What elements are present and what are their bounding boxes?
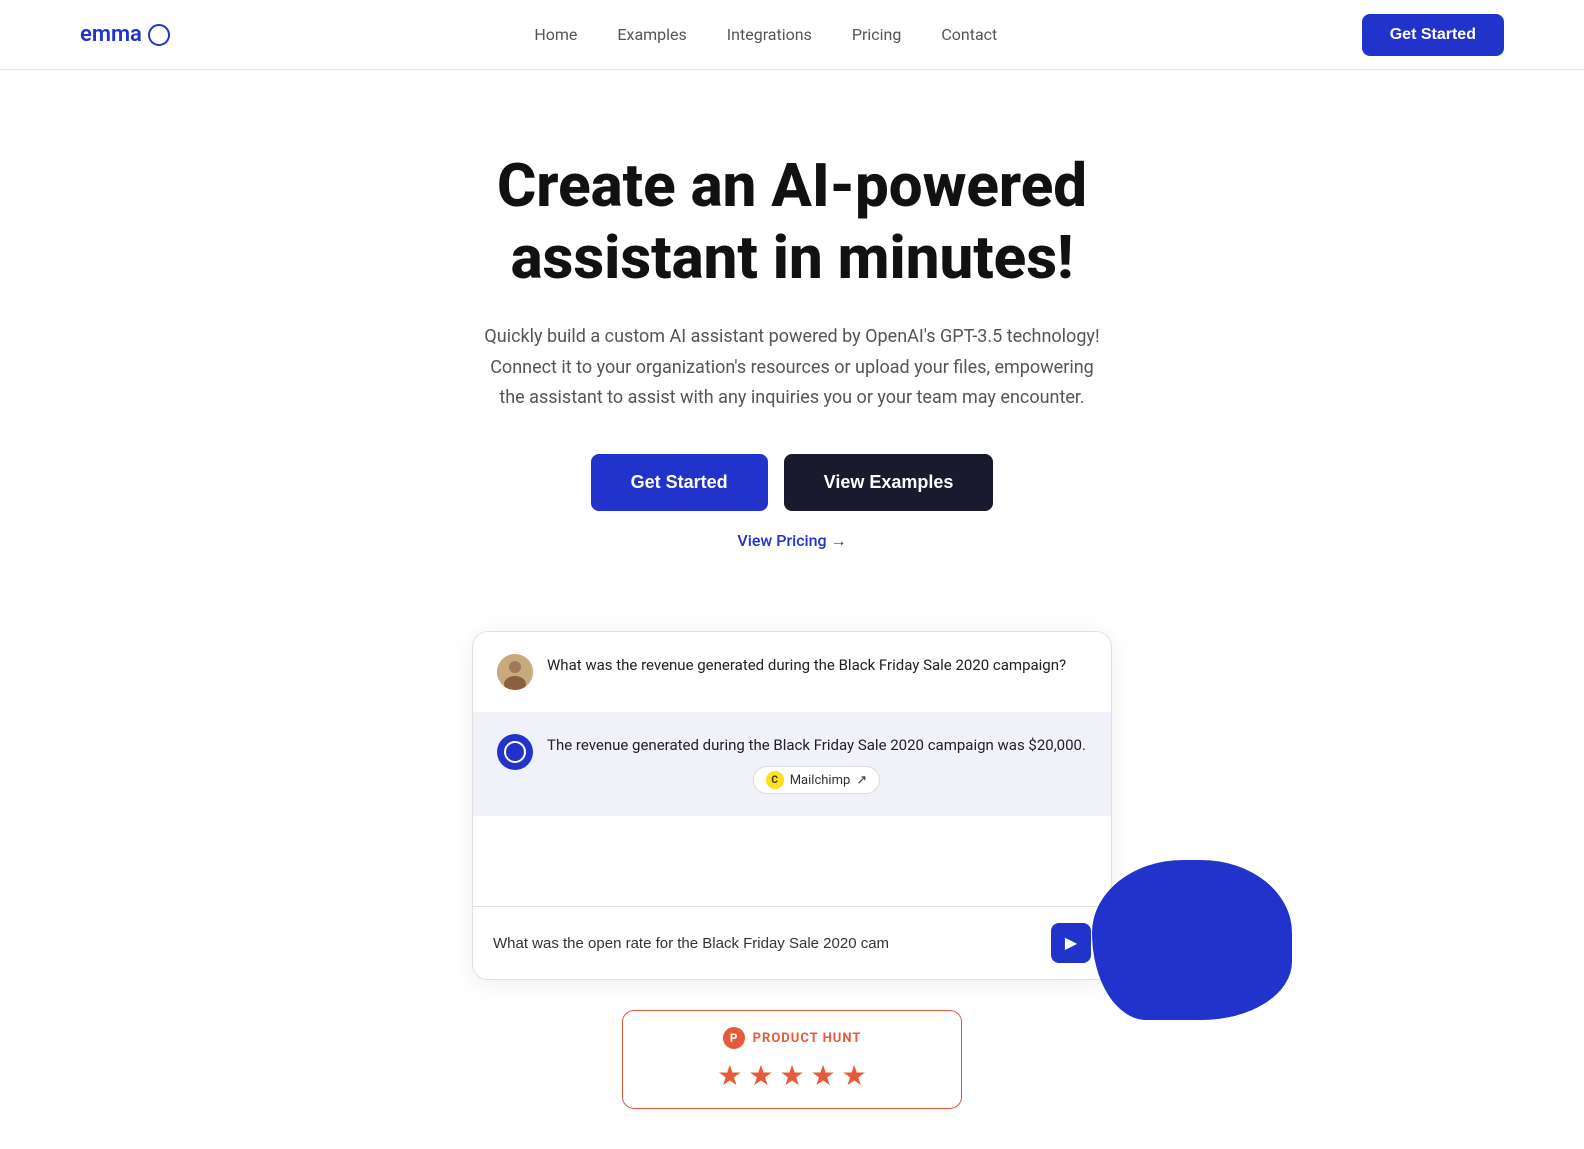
assistant-message-content: The revenue generated during the Black F… [547,734,1086,795]
view-pricing-link[interactable]: View Pricing → [737,531,846,551]
hero-buttons: Get Started View Examples [40,454,1544,511]
assistant-message-text: The revenue generated during the Black F… [547,734,1086,757]
ph-icon: P [723,1027,745,1049]
logo[interactable]: emma [80,22,170,47]
send-button[interactable]: ▶ [1051,923,1091,963]
chat-source-badge[interactable]: C Mailchimp ↗ [753,766,880,794]
nav-links: Home Examples Integrations Pricing Conta… [534,25,997,44]
star-1: ★ [717,1059,742,1092]
user-message-text: What was the revenue generated during th… [547,654,1066,677]
nav-get-started-button[interactable]: Get Started [1362,14,1504,56]
chat-input-area: ▶ [473,906,1111,979]
star-3: ★ [779,1059,804,1092]
chat-demo: What was the revenue generated during th… [472,631,1112,981]
ph-badge-row: P PRODUCT HUNT [647,1027,937,1049]
send-icon: ▶ [1065,933,1077,953]
assistant-message: The revenue generated during the Black F… [473,712,1111,817]
blob-decoration [1092,860,1292,1020]
product-hunt-badge: P PRODUCT HUNT ★ ★ ★ ★ ★ [622,1010,962,1109]
logo-text: emma [80,22,142,47]
external-link-icon: ↗ [856,773,867,788]
mailchimp-icon: C [766,771,784,789]
navbar: emma Home Examples Integrations Pricing … [0,0,1584,70]
hero-section: Create an AI-powered assistant in minute… [0,70,1584,1149]
hero-heading: Create an AI-powered assistant in minute… [442,150,1142,294]
source-label: Mailchimp [790,773,851,788]
logo-circle-icon [148,24,170,46]
nav-contact[interactable]: Contact [941,25,997,44]
ph-label: PRODUCT HUNT [753,1031,862,1046]
nav-home[interactable]: Home [534,25,577,44]
chat-empty-area [473,816,1111,906]
star-4: ★ [811,1059,836,1092]
nav-integrations[interactable]: Integrations [727,25,812,44]
chat-demo-wrapper: What was the revenue generated during th… [472,631,1112,981]
hero-description: Quickly build a custom AI assistant powe… [482,322,1102,414]
user-avatar [497,654,533,690]
nav-examples[interactable]: Examples [617,25,686,44]
hero-get-started-button[interactable]: Get Started [591,454,768,511]
star-5: ★ [842,1059,867,1092]
emma-circle-icon [504,741,526,763]
user-message: What was the revenue generated during th… [473,632,1111,712]
chat-input[interactable] [493,935,1039,952]
star-2: ★ [748,1059,773,1092]
assistant-avatar [497,734,533,770]
stars-row: ★ ★ ★ ★ ★ [647,1059,937,1092]
hero-view-examples-button[interactable]: View Examples [784,454,994,511]
nav-pricing[interactable]: Pricing [852,25,902,44]
